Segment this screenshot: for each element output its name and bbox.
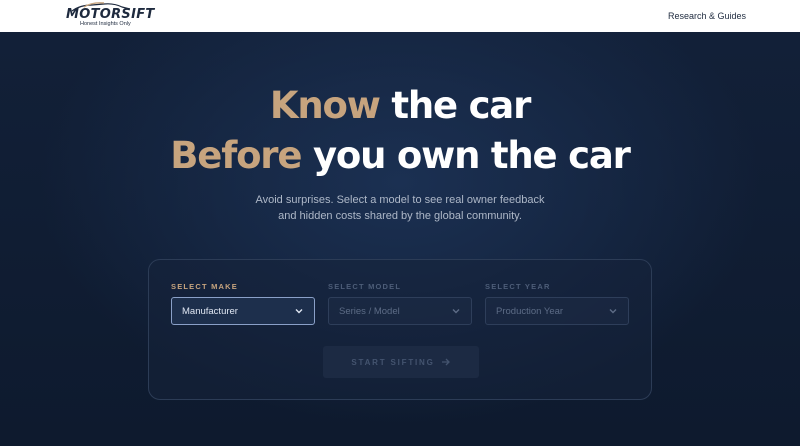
- start-sifting-button[interactable]: START SIFTING: [323, 346, 479, 378]
- hero-section: Know the car Before you own the car Avoi…: [0, 32, 800, 446]
- hero-subtitle: Avoid surprises. Select a model to see r…: [200, 192, 600, 224]
- subtitle-line-1: Avoid surprises. Select a model to see r…: [255, 194, 545, 206]
- top-navbar: MOTORSIFT Honest Insights Only Research …: [0, 0, 800, 32]
- headline-line-2: Before you own the car: [0, 134, 800, 177]
- headline-rest-2: you own the car: [301, 134, 631, 177]
- model-select-value: Series / Model: [339, 305, 400, 317]
- make-select-value: Manufacturer: [182, 305, 238, 317]
- arrow-right-icon: [441, 358, 450, 366]
- logo-tagline: Honest Insights Only: [80, 21, 131, 28]
- year-select-value: Production Year: [496, 305, 564, 317]
- subtitle-line-2: and hidden costs shared by the global co…: [278, 210, 522, 222]
- headline-accent-before: Before: [170, 134, 302, 177]
- make-select[interactable]: Manufacturer: [171, 297, 315, 325]
- vehicle-search-panel: SELECT MAKE Manufacturer SELECT MODEL Se…: [148, 259, 652, 400]
- chevron-down-icon: [609, 309, 617, 314]
- nav-link-research-guides[interactable]: Research & Guides: [668, 11, 746, 21]
- year-select[interactable]: Production Year: [485, 297, 629, 325]
- car-logo-icon: [71, 2, 131, 12]
- model-field: SELECT MODEL Series / Model: [328, 282, 472, 325]
- headline-line-1: Know the car: [0, 84, 800, 127]
- year-label: SELECT YEAR: [485, 282, 551, 291]
- model-select[interactable]: Series / Model: [328, 297, 472, 325]
- make-label: SELECT MAKE: [171, 282, 238, 291]
- chevron-down-icon: [295, 309, 303, 314]
- motorsift-logo[interactable]: MOTORSIFT Honest Insights Only: [66, 2, 155, 28]
- model-label: SELECT MODEL: [328, 282, 402, 291]
- chevron-down-icon: [452, 309, 460, 314]
- year-field: SELECT YEAR Production Year: [485, 282, 629, 325]
- make-field: SELECT MAKE Manufacturer: [171, 282, 315, 325]
- headline-rest-1: the car: [379, 84, 531, 127]
- headline-accent-know: Know: [269, 84, 381, 127]
- start-sifting-label: START SIFTING: [351, 357, 435, 367]
